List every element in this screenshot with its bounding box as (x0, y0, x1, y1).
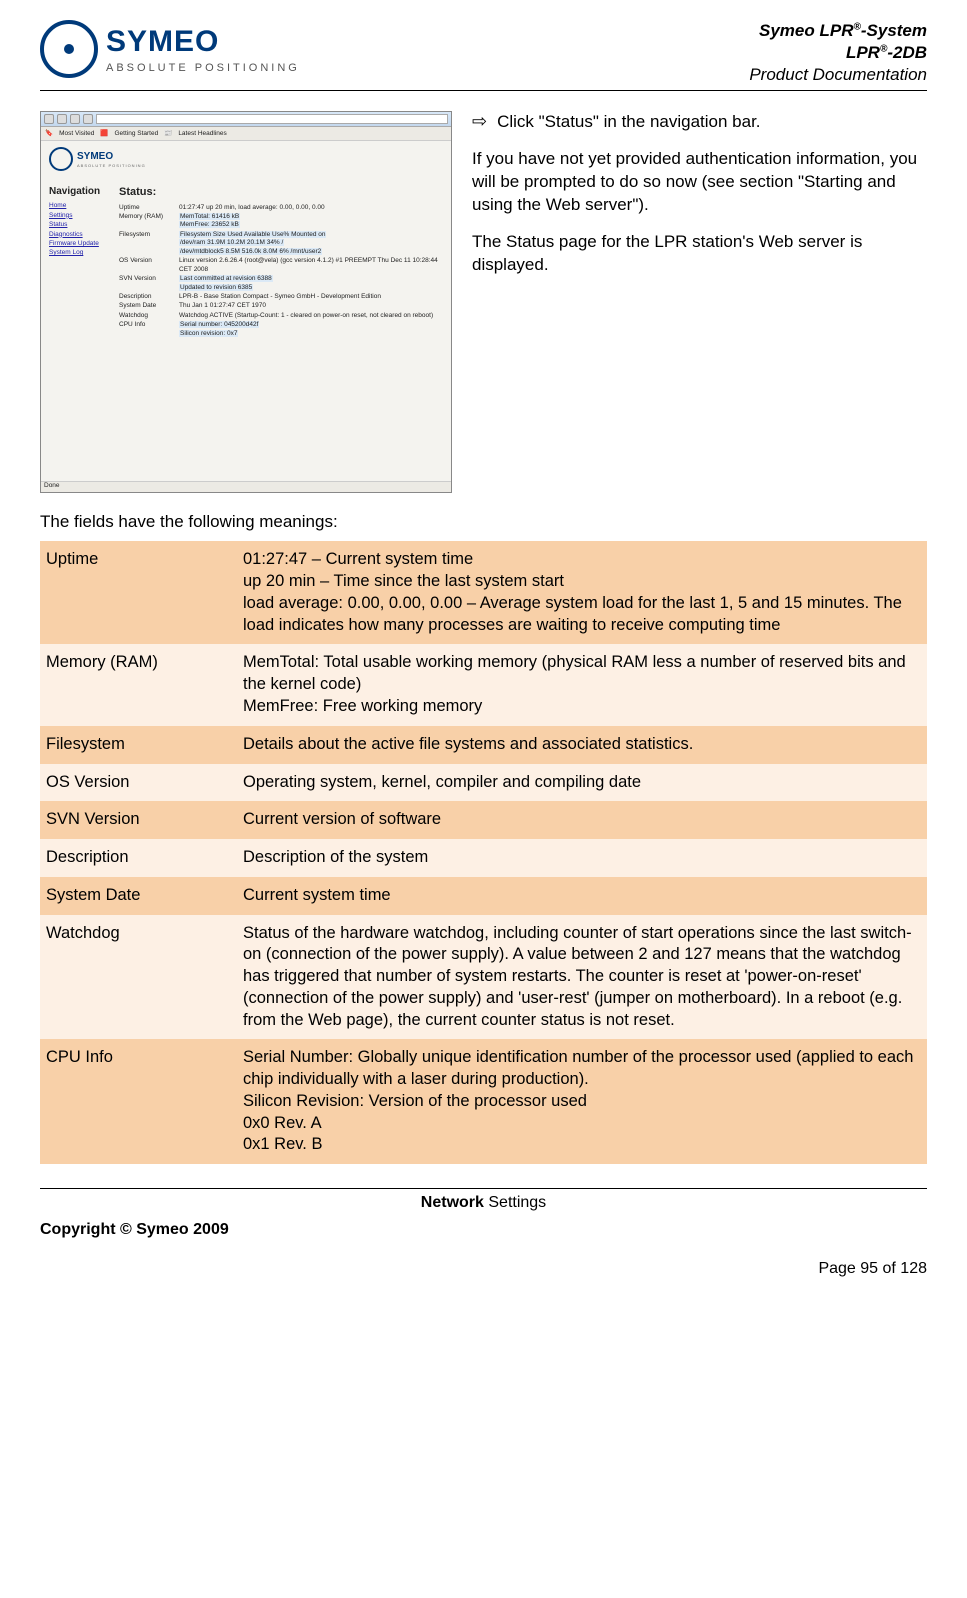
field-description: Description of the system (237, 839, 927, 877)
logo-text-main: SYMEO (106, 22, 300, 61)
title-line1-a: Symeo LPR (759, 21, 853, 40)
field-description: 01:27:47 – Current system time up 20 min… (237, 541, 927, 644)
ss-logo: SYMEO ABSOLUTE POSITIONING (41, 141, 451, 177)
ss-svn-l1: Last committed at revision 6388 (179, 275, 273, 282)
ss-fs-l2: /dev/mtdblock5 8.5M 516.0k 8.0M 6% /mnt/… (179, 248, 322, 255)
logo-icon (40, 20, 98, 78)
ss-bm-b: Getting Started (114, 130, 158, 138)
ss-nav-diagnostics: Diagnostics (49, 231, 119, 239)
ss-svn-l2: Updated to revision 6385 (179, 284, 253, 291)
ss-nav-settings: Settings (49, 212, 119, 220)
table-row: FilesystemDetails about the active file … (40, 726, 927, 764)
field-label: CPU Info (40, 1039, 237, 1164)
ss-os-lbl: OS Version (119, 257, 179, 274)
ss-logo-sub: ABSOLUTE POSITIONING (77, 163, 146, 168)
field-description: Status of the hardware watchdog, includi… (237, 915, 927, 1040)
title-line2-a: LPR (846, 43, 880, 62)
arrow-icon: ⇨ (472, 111, 487, 133)
title-line2-b: -2DB (887, 43, 927, 62)
table-row: WatchdogStatus of the hardware watchdog,… (40, 915, 927, 1040)
ss-cpu-l1: Serial number: 045200d42f (179, 321, 259, 328)
footer-copyright: Copyright © Symeo 2009 (40, 1220, 927, 1241)
table-row: Memory (RAM)MemTotal: Total usable worki… (40, 644, 927, 725)
ss-os-val: Linux version 2.6.26.4 (root@vela) (gcc … (179, 257, 443, 274)
ss-cpu-l2: Silicon revision: 0x7 (179, 330, 238, 337)
ss-mem-lbl: Memory (RAM) (119, 213, 179, 230)
ss-cpu-lbl: CPU Info (119, 321, 179, 338)
browser-screenshot: 🔖Most Visited 🟥Getting Started 📰Latest H… (40, 111, 452, 493)
ss-uptime-lbl: Uptime (119, 204, 179, 212)
instr-click-status: Click "Status" in the navigation bar. (497, 111, 760, 134)
field-label: OS Version (40, 764, 237, 802)
ss-nav-status: Status (49, 221, 119, 229)
field-description: Serial Number: Globally unique identific… (237, 1039, 927, 1164)
ss-mem-free: MemFree: 23652 kB (179, 221, 240, 228)
ss-status: Status: Uptime01:27:47 up 20 min, load a… (119, 181, 443, 339)
footer-section: Network Settings (40, 1188, 927, 1214)
field-description: Current version of software (237, 801, 927, 839)
instr-para2: The Status page for the LPR station's We… (472, 231, 927, 277)
ss-bm-a: Most Visited (59, 130, 94, 138)
field-label: System Date (40, 877, 237, 915)
ss-date-lbl: System Date (119, 302, 179, 310)
instruction-text: ⇨ Click "Status" in the navigation bar. I… (472, 111, 927, 493)
ss-nav-syslog: System Log (49, 249, 119, 257)
ss-fs-hdr: Filesystem Size Used Available Use% Moun… (179, 231, 326, 238)
field-label: Filesystem (40, 726, 237, 764)
ss-status-header: Status: (119, 185, 443, 199)
ss-navigation: Navigation Home Settings Status Diagnost… (49, 181, 119, 339)
ss-logo-main: SYMEO (77, 150, 146, 163)
ss-wd-lbl: Watchdog (119, 312, 179, 320)
table-row: OS VersionOperating system, kernel, comp… (40, 764, 927, 802)
ss-fs-lbl: Filesystem (119, 231, 179, 256)
ss-bookmarks: 🔖Most Visited 🟥Getting Started 📰Latest H… (41, 127, 451, 141)
field-label: SVN Version (40, 801, 237, 839)
table-row: DescriptionDescription of the system (40, 839, 927, 877)
field-label: Memory (RAM) (40, 644, 237, 725)
ss-desc-lbl: Description (119, 293, 179, 301)
field-label: Uptime (40, 541, 237, 644)
ss-nav-home: Home (49, 202, 119, 210)
title-line3: Product Documentation (749, 64, 927, 86)
doc-title: Symeo LPR®-System LPR®-2DB Product Docum… (749, 20, 927, 86)
ss-bm-c: Latest Headlines (178, 130, 226, 138)
logo-text-sub: ABSOLUTE POSITIONING (106, 61, 300, 75)
field-description: Details about the active file systems an… (237, 726, 927, 764)
title-line1-b: -System (861, 21, 927, 40)
table-row: System DateCurrent system time (40, 877, 927, 915)
footer-section-bold: Network (421, 1194, 484, 1211)
table-row: SVN VersionCurrent version of software (40, 801, 927, 839)
ss-svn-lbl: SVN Version (119, 275, 179, 292)
fields-table: Uptime01:27:47 – Current system time up … (40, 541, 927, 1164)
field-label: Description (40, 839, 237, 877)
field-description: MemTotal: Total usable working memory (p… (237, 644, 927, 725)
ss-date-val: Thu Jan 1 01:27:47 CET 1970 (179, 302, 443, 310)
footer-page: Page 95 of 128 (40, 1259, 927, 1280)
field-label: Watchdog (40, 915, 237, 1040)
ss-uptime-val: 01:27:47 up 20 min, load average: 0.00, … (179, 204, 443, 212)
ss-nav-firmware: Firmware Update (49, 240, 119, 248)
ss-statusbar: Done (41, 481, 451, 492)
footer-section-rest: Settings (484, 1194, 546, 1211)
logo: SYMEO ABSOLUTE POSITIONING (40, 20, 300, 78)
ss-toolbar (41, 112, 451, 127)
ss-mem-total: MemTotal: 61416 kB (179, 213, 240, 220)
table-row: CPU InfoSerial Number: Globally unique i… (40, 1039, 927, 1164)
field-description: Current system time (237, 877, 927, 915)
table-row: Uptime01:27:47 – Current system time up … (40, 541, 927, 644)
ss-wd-val: Watchdog ACTIVE (Startup-Count: 1 - clea… (179, 312, 443, 320)
ss-fs-l1: /dev/ram 31.9M 10.2M 20.1M 34% / (179, 239, 284, 246)
field-description: Operating system, kernel, compiler and c… (237, 764, 927, 802)
fields-intro: The fields have the following meanings: (40, 511, 927, 533)
instr-para1: If you have not yet provided authenticat… (472, 148, 927, 217)
ss-desc-val: LPR-B - Base Station Compact - Symeo Gmb… (179, 293, 443, 301)
page-header: SYMEO ABSOLUTE POSITIONING Symeo LPR®-Sy… (40, 20, 927, 91)
ss-nav-header: Navigation (49, 185, 119, 198)
